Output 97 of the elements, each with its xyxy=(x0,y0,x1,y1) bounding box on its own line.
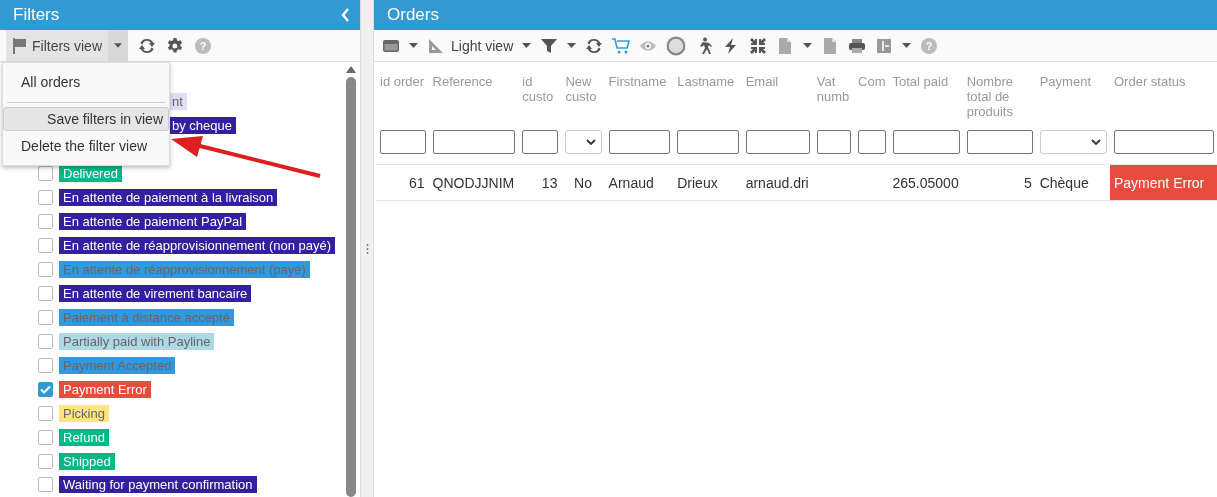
checkbox[interactable] xyxy=(38,381,53,397)
checkbox[interactable] xyxy=(38,262,53,278)
status-tag[interactable]: En attente de virement bancaire xyxy=(59,284,252,302)
checkbox[interactable] xyxy=(38,429,53,445)
collapse-icon[interactable] xyxy=(341,8,350,22)
panel-title: Orders xyxy=(387,5,439,25)
status-tag[interactable]: Waiting for payment confirmation xyxy=(59,476,257,494)
table-cell: 5 xyxy=(1023,174,1032,191)
ruler-icon xyxy=(427,36,445,55)
column-header[interactable]: Com xyxy=(858,74,886,89)
checkbox[interactable] xyxy=(38,166,53,182)
filter-input[interactable] xyxy=(858,130,886,154)
flag-icon xyxy=(12,37,27,54)
filter-select[interactable] xyxy=(565,130,602,154)
table-cell: Chèque xyxy=(1039,174,1089,191)
help-icon[interactable]: ? xyxy=(920,36,939,55)
table-cell: 61 xyxy=(409,174,425,191)
refresh-icon[interactable] xyxy=(585,36,604,55)
table-cell: No xyxy=(574,174,592,191)
status-tag[interactable]: Paiement à distance accepté xyxy=(59,308,234,326)
table-cell: Arnaud xyxy=(608,174,654,191)
table-cell: arnaud.dri xyxy=(745,174,809,191)
column-header[interactable]: id custo xyxy=(522,74,559,104)
panel-title: Filters xyxy=(13,5,60,25)
caret-icon xyxy=(114,43,122,48)
filter-icon[interactable] xyxy=(540,36,559,55)
filters-view-button[interactable]: Filters view xyxy=(6,30,108,61)
status-tag[interactable]: Picking xyxy=(59,404,109,422)
table-cell: 265.05000 xyxy=(892,174,959,191)
status-tag[interactable]: Shipped xyxy=(59,452,115,470)
filter-input[interactable] xyxy=(1114,130,1214,154)
menu-item[interactable]: All orders xyxy=(3,67,169,97)
chevron-down-icon xyxy=(1091,139,1101,145)
column-header[interactable]: New custo xyxy=(565,74,602,104)
table-cell: Drieux xyxy=(677,174,718,191)
status-cell: Payment Error xyxy=(1110,164,1217,201)
status-tag[interactable]: Payment Error xyxy=(59,380,151,398)
caret-icon[interactable] xyxy=(803,43,813,48)
status-tag[interactable]: Partially paid with Payline xyxy=(59,332,215,350)
column-header[interactable]: id order xyxy=(380,74,426,89)
column-header[interactable]: Reference xyxy=(432,74,516,89)
filter-input[interactable] xyxy=(892,130,960,154)
checkbox[interactable] xyxy=(38,477,53,493)
dropdown-toggle[interactable] xyxy=(108,30,128,61)
menu-item[interactable]: Delete the filter view xyxy=(3,131,169,161)
checkbox[interactable] xyxy=(38,285,53,301)
checkbox[interactable] xyxy=(38,357,53,373)
checkbox[interactable] xyxy=(38,190,53,206)
help-icon[interactable]: ? xyxy=(194,36,212,55)
column-header[interactable]: Nombre total de produits xyxy=(966,74,1033,119)
menu-item[interactable]: Save filters in view xyxy=(3,107,169,131)
refresh-icon[interactable] xyxy=(138,36,156,55)
columns-icon[interactable] xyxy=(875,36,894,55)
status-tag[interactable]: En attente de paiement à la livraison xyxy=(59,189,278,207)
column-header[interactable]: Payment xyxy=(1039,74,1107,89)
column-header[interactable]: Order status xyxy=(1114,74,1214,89)
checkbox[interactable] xyxy=(38,309,53,325)
caret-icon[interactable] xyxy=(409,43,418,48)
settings-icon[interactable] xyxy=(166,36,184,55)
light-view-button[interactable]: Light view xyxy=(427,36,514,55)
chevron-down-icon xyxy=(585,139,596,145)
filter-input[interactable] xyxy=(380,130,426,154)
avatar-icon[interactable] xyxy=(666,35,687,56)
column-header[interactable]: Lastname xyxy=(677,74,739,89)
checkbox[interactable] xyxy=(38,214,53,230)
printer-icon[interactable] xyxy=(848,36,867,55)
status-tag[interactable]: En attente de paiement PayPal xyxy=(59,213,247,231)
scroll-up-icon[interactable] xyxy=(346,66,356,73)
filter-input[interactable] xyxy=(816,130,852,154)
table-cell: 13 xyxy=(541,174,558,191)
table-cell: QNODJJNIM xyxy=(432,174,515,191)
cart-icon[interactable] xyxy=(612,36,631,55)
status-tag[interactable]: Payment Accepted xyxy=(59,356,176,374)
compress-icon[interactable] xyxy=(749,36,768,55)
filter-input[interactable] xyxy=(677,130,739,154)
checkbox[interactable] xyxy=(38,453,53,469)
checkbox[interactable] xyxy=(38,405,53,421)
status-tag[interactable]: by cheque xyxy=(168,117,236,135)
filter-input[interactable] xyxy=(966,130,1033,154)
filter-input[interactable] xyxy=(522,130,559,154)
checkbox[interactable] xyxy=(38,333,53,349)
status-tag[interactable]: En attente de réapprovisionnement (non payé) xyxy=(59,237,336,255)
status-tag[interactable]: Refund xyxy=(59,428,109,446)
column-header[interactable]: Vat numb xyxy=(816,74,852,104)
caret-icon[interactable] xyxy=(567,43,577,48)
caret-icon[interactable] xyxy=(902,43,912,48)
filter-input[interactable] xyxy=(608,130,671,154)
splitter-handle[interactable] xyxy=(365,242,369,255)
column-header[interactable]: Total paid xyxy=(892,74,960,89)
caret-icon[interactable] xyxy=(522,43,532,48)
filter-input[interactable] xyxy=(745,130,810,154)
column-header[interactable]: Email xyxy=(745,74,810,89)
checkbox[interactable] xyxy=(38,238,53,254)
status-tag[interactable]: nt xyxy=(168,93,187,111)
column-header[interactable]: Firstname xyxy=(608,74,671,89)
status-tag[interactable]: En attente de réapprovisionnement (payé) xyxy=(59,261,310,279)
filter-input[interactable] xyxy=(432,130,516,154)
